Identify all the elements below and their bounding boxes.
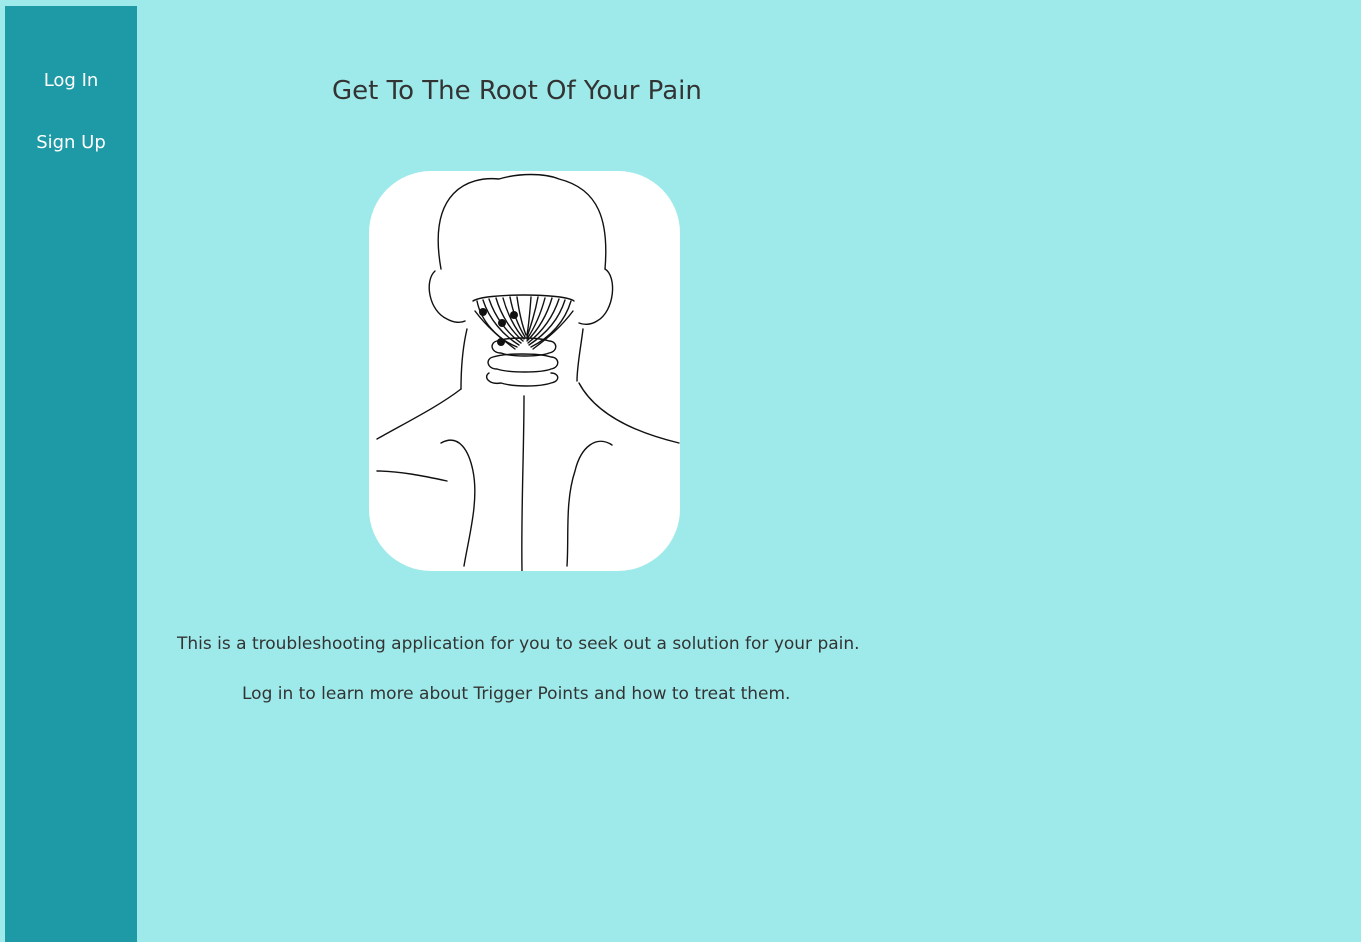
login-link[interactable]: Log In (5, 70, 137, 91)
neck-trigger-points-illustration (369, 171, 680, 571)
sidebar: Log In Sign Up (5, 6, 137, 942)
neck-illustration-icon (376, 173, 680, 571)
trigger-point-dot (479, 308, 487, 316)
page-title: Get To The Root Of Your Pain (332, 76, 702, 106)
login-prompt-text: Log in to learn more about Trigger Point… (242, 684, 791, 704)
trigger-point-dot (510, 311, 518, 319)
trigger-point-dot (498, 319, 506, 327)
trigger-point-dot (497, 338, 505, 346)
intro-text: This is a troubleshooting application fo… (177, 634, 860, 654)
signup-link[interactable]: Sign Up (5, 132, 137, 153)
